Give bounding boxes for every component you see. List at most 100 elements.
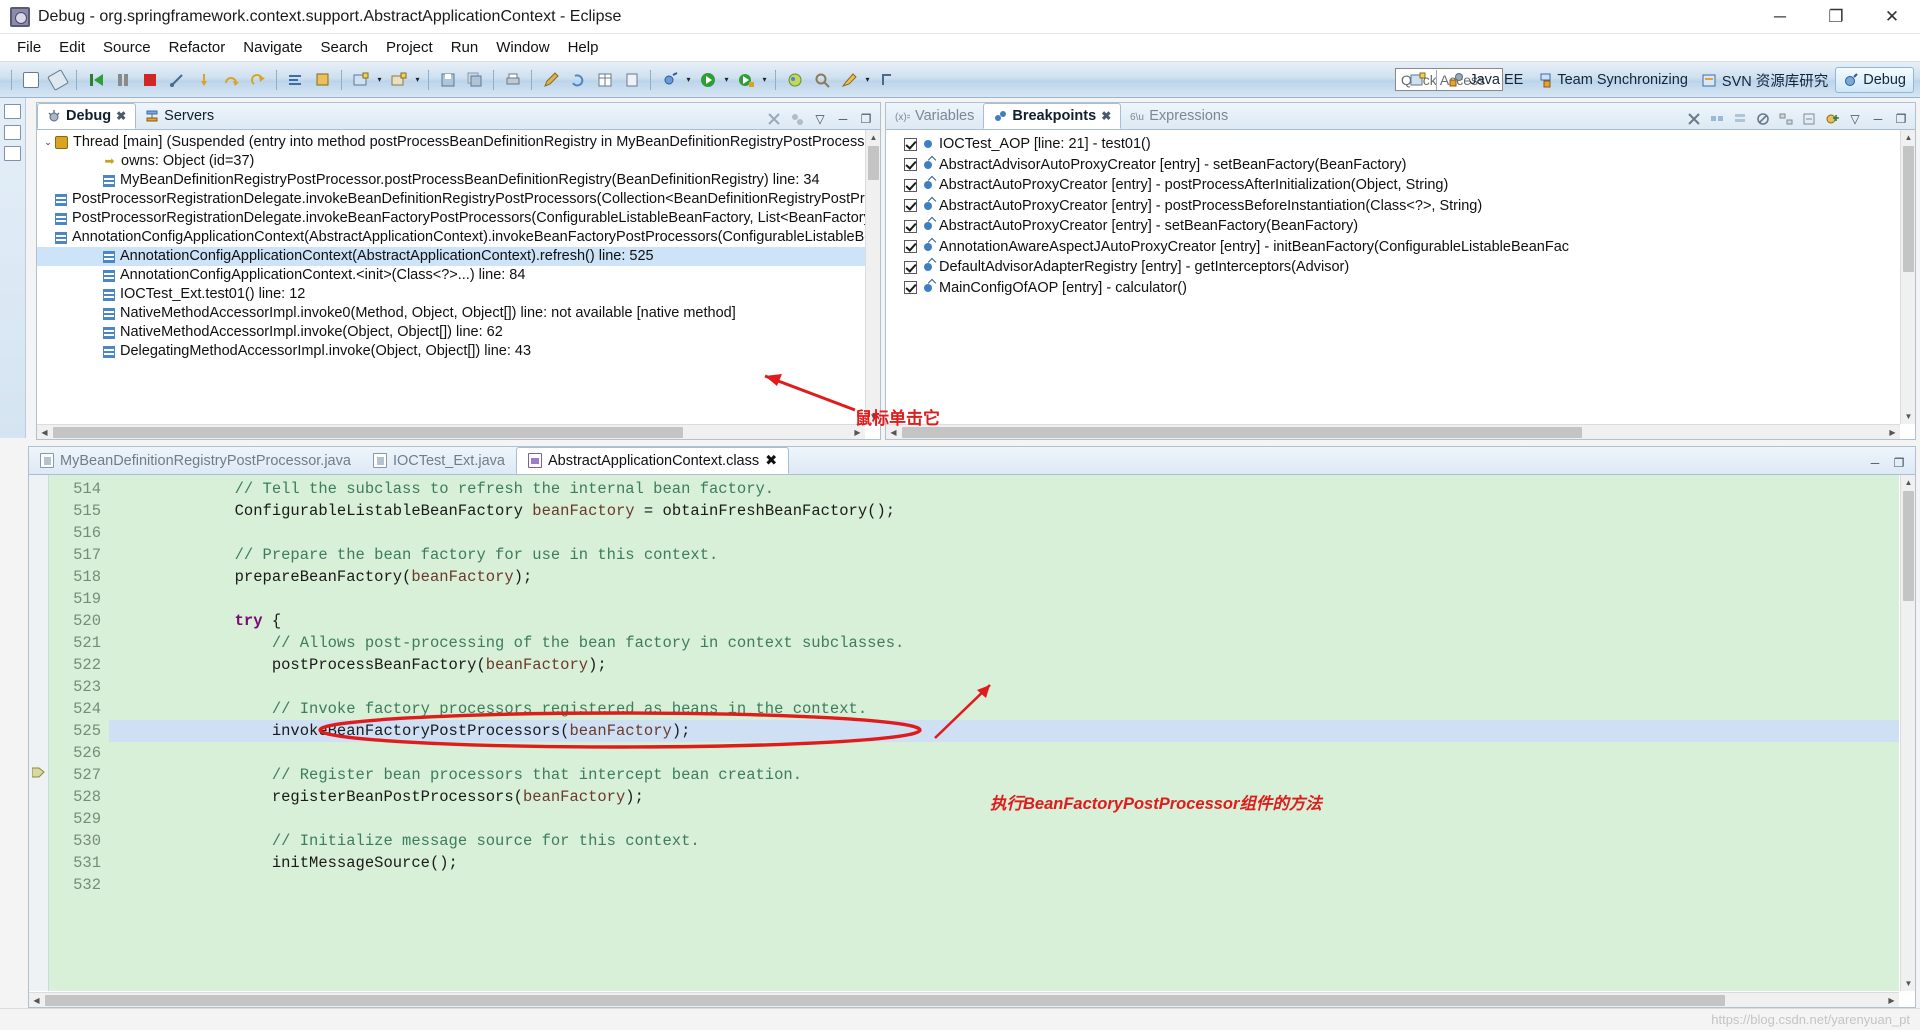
open-perspective-icon[interactable] — [1405, 68, 1430, 93]
step-into-icon[interactable] — [191, 67, 216, 92]
breakpoints-hscrollbar[interactable]: ◀ ▶ — [886, 424, 1900, 439]
coverage-icon[interactable] — [782, 67, 807, 92]
minimized-view-icon[interactable] — [4, 104, 21, 119]
breakpoint-row[interactable]: DefaultAdvisorAdapterRegistry [entry] - … — [886, 257, 1915, 278]
breakpoint-checkbox[interactable] — [904, 199, 917, 213]
stack-frame-row[interactable]: PostProcessorRegistrationDelegate.invoke… — [37, 190, 880, 209]
maximize-view-icon[interactable]: ❐ — [859, 112, 873, 126]
debug-run-icon[interactable] — [657, 67, 682, 92]
menu-search[interactable]: Search — [311, 36, 377, 59]
debug-tree-hscrollbar[interactable]: ◀ ▶ — [37, 424, 865, 439]
close-icon[interactable]: ✖ — [116, 109, 126, 123]
chevron-down-icon[interactable]: ▾ — [721, 67, 732, 92]
new-package-icon[interactable] — [386, 67, 411, 92]
breakpoints-list[interactable]: IOCTest_AOP [line: 21] - test01() Abstrac… — [886, 130, 1915, 298]
skip-breakpoints-icon[interactable] — [45, 67, 70, 92]
stack-frame-row[interactable]: MyBeanDefinitionRegistryPostProcessor.po… — [37, 171, 880, 190]
print-icon[interactable] — [500, 67, 525, 92]
link-breakpoints-icon[interactable] — [1710, 112, 1724, 126]
chevron-down-icon[interactable]: ▾ — [862, 67, 873, 92]
menu-run[interactable]: Run — [442, 36, 488, 59]
show-monitors-icon[interactable] — [790, 112, 804, 126]
code-line[interactable] — [109, 742, 1899, 764]
minimized-view-icon[interactable] — [4, 146, 21, 161]
stack-frame-row[interactable]: AnnotationConfigApplicationContext(Abstr… — [37, 247, 880, 266]
breakpoints-vscrollbar[interactable]: ▲ ▼ — [1900, 130, 1915, 424]
chevron-down-icon[interactable]: ▾ — [683, 67, 694, 92]
minimize-view-icon[interactable]: ─ — [1871, 112, 1885, 126]
search-icon[interactable] — [809, 67, 834, 92]
maximize-button[interactable]: ❐ — [1808, 0, 1864, 33]
breakpoint-checkbox[interactable] — [904, 260, 917, 274]
editor-tab-ioctest-ext[interactable]: IOCTest_Ext.java — [362, 447, 516, 474]
open-type-icon[interactable] — [310, 67, 335, 92]
breakpoint-row[interactable]: AbstractAutoProxyCreator [entry] - postP… — [886, 196, 1915, 217]
new-java-project-icon[interactable] — [348, 67, 373, 92]
code-line[interactable] — [109, 676, 1899, 698]
code-line[interactable]: // Initialize message source for this co… — [109, 830, 1899, 852]
breakpoint-checkbox[interactable] — [904, 281, 917, 295]
suspend-icon[interactable] — [110, 67, 135, 92]
remove-all-terminated-icon[interactable] — [767, 112, 781, 126]
stack-frame-row[interactable]: NativeMethodAccessorImpl.invoke0(Method,… — [37, 304, 880, 323]
perspective-debug[interactable]: Debug — [1835, 67, 1914, 93]
collapse-all-icon[interactable] — [1802, 112, 1816, 126]
code-line[interactable]: // Allows post-processing of the bean fa… — [109, 632, 1899, 654]
view-menu-icon[interactable]: ▽ — [813, 112, 827, 126]
breakpoint-row[interactable]: MainConfigOfAOP [entry] - calculator() — [886, 278, 1915, 299]
breakpoint-checkbox[interactable] — [904, 240, 917, 254]
menu-window[interactable]: Window — [487, 36, 558, 59]
menu-project[interactable]: Project — [377, 36, 442, 59]
add-exception-breakpoint-icon[interactable] — [1825, 112, 1839, 126]
chevron-down-icon[interactable]: ▾ — [759, 67, 770, 92]
table-icon[interactable] — [592, 67, 617, 92]
breakpoint-checkbox[interactable] — [904, 158, 917, 172]
run-external-icon[interactable] — [733, 67, 758, 92]
code-line[interactable]: prepareBeanFactory(beanFactory); — [109, 566, 1899, 588]
terminate-icon[interactable] — [137, 67, 162, 92]
stack-frame-row[interactable]: NativeMethodAccessorImpl.invoke(Object, … — [37, 323, 880, 342]
minimize-editor-icon[interactable]: ─ — [1868, 456, 1882, 470]
maximize-view-icon[interactable]: ❐ — [1894, 112, 1908, 126]
group-by-icon[interactable] — [1733, 112, 1747, 126]
code-line[interactable] — [109, 874, 1899, 896]
stack-frame-row[interactable]: AnnotationConfigApplicationContext.<init… — [37, 266, 880, 285]
run-icon[interactable] — [695, 67, 720, 92]
tab-breakpoints[interactable]: Breakpoints ✖ — [983, 103, 1122, 129]
menu-source[interactable]: Source — [94, 36, 160, 59]
tab-expressions[interactable]: 6\u1d57 Expressions — [1121, 103, 1237, 129]
save-all-icon[interactable] — [462, 67, 487, 92]
new-wizard-icon[interactable] — [18, 67, 43, 92]
highlight-icon[interactable] — [836, 67, 861, 92]
view-menu-icon[interactable]: ▽ — [1848, 112, 1862, 126]
close-icon[interactable]: ✖ — [1101, 109, 1111, 123]
editor-tab-mybeandefinitionregistrypostprocessor[interactable]: MyBeanDefinitionRegistryPostProcessor.ja… — [29, 447, 362, 474]
resume-icon[interactable] — [83, 67, 108, 92]
breakpoint-row[interactable]: AbstractAdvisorAutoProxyCreator [entry] … — [886, 155, 1915, 176]
breakpoint-checkbox[interactable] — [904, 137, 917, 151]
step-over-icon[interactable] — [218, 67, 243, 92]
debug-tree-vscrollbar[interactable]: ▲ ▼ — [865, 130, 880, 424]
stack-frame-row[interactable]: ⌄ Thread [main] (Suspended (entry into me… — [37, 133, 880, 152]
menu-file[interactable]: File — [8, 36, 50, 59]
menu-edit[interactable]: Edit — [50, 36, 94, 59]
breakpoint-row[interactable]: AbstractAutoProxyCreator [entry] - setBe… — [886, 216, 1915, 237]
refresh-icon[interactable] — [565, 67, 590, 92]
stack-frame-row[interactable]: AnnotationConfigApplicationContext(Abstr… — [37, 228, 880, 247]
code-line[interactable]: // Register bean processors that interce… — [109, 764, 1899, 786]
debug-stack-tree[interactable]: ⌄ Thread [main] (Suspended (entry into me… — [37, 130, 880, 361]
tab-servers[interactable]: Servers — [136, 103, 223, 129]
step-return-icon[interactable] — [245, 67, 270, 92]
perspective-team-sync[interactable]: Team Synchronizing — [1530, 67, 1695, 93]
expand-all-icon[interactable] — [1779, 112, 1793, 126]
breakpoint-checkbox[interactable] — [904, 178, 917, 192]
format-icon[interactable] — [619, 67, 644, 92]
remove-all-breakpoints-icon[interactable] — [1687, 112, 1701, 126]
editor-tab-abstractapplicationcontext[interactable]: AbstractApplicationContext.class ✖ — [515, 447, 790, 474]
close-icon[interactable]: ✖ — [765, 453, 777, 469]
chevron-down-icon[interactable]: ▾ — [412, 67, 423, 92]
code-line[interactable]: invokeBeanFactoryPostProcessors(beanFact… — [109, 720, 1899, 742]
breakpoint-row[interactable]: AbstractAutoProxyCreator [entry] - postP… — [886, 175, 1915, 196]
minimized-view-icon[interactable] — [4, 125, 21, 140]
code-line[interactable] — [109, 522, 1899, 544]
